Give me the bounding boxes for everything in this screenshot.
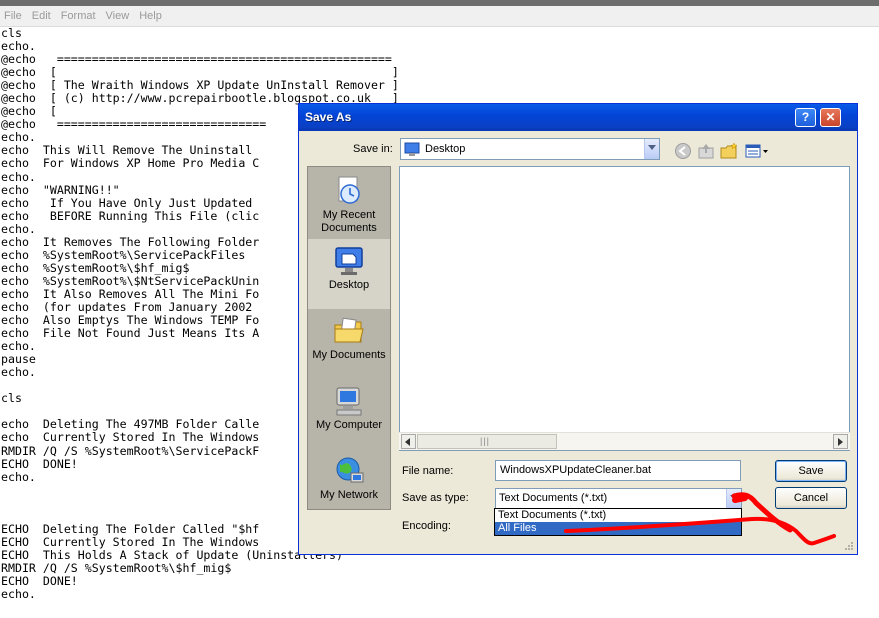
menu-help[interactable]: Help — [135, 6, 168, 26]
save-in-dropdown-arrow[interactable] — [644, 139, 659, 159]
file-name-input[interactable]: WindowsXPUpdateCleaner.bat — [495, 460, 741, 481]
place-label: Desktop — [328, 279, 370, 291]
place-recent-documents[interactable]: My Recent Documents — [308, 169, 390, 239]
recent-documents-icon — [338, 176, 360, 204]
type-dropdown-list: Text Documents (*.txt) All Files — [494, 508, 742, 536]
my-documents-icon — [334, 317, 364, 343]
place-label: My Documents — [312, 349, 386, 361]
place-my-documents[interactable]: My Documents — [308, 309, 390, 379]
menu-edit[interactable]: Edit — [28, 6, 57, 26]
editor-line: RMDIR /Q /S %SystemRoot%\$hf_mig$ — [1, 560, 232, 575]
resize-grip-icon[interactable] — [844, 541, 854, 551]
editor-line: echo. — [1, 587, 36, 602]
dialog-titlebar[interactable]: Save As ? ✕ — [299, 104, 857, 131]
up-folder-icon[interactable] — [697, 142, 715, 160]
save-as-dialog: Save As ? ✕ Save in: Desktop My Recent D… — [298, 103, 858, 555]
scroll-right-button[interactable] — [833, 434, 848, 449]
editor-line: cls — [1, 27, 22, 40]
encoding-label: Encoding: — [402, 520, 451, 532]
save-in-label: Save in: — [353, 143, 393, 155]
place-label: My Computer — [315, 419, 383, 431]
horizontal-scrollbar[interactable] — [399, 432, 850, 450]
my-computer-icon — [336, 387, 362, 416]
my-network-icon — [336, 457, 364, 483]
back-arrow-icon[interactable] — [674, 142, 692, 160]
place-my-computer[interactable]: My Computer — [308, 379, 390, 449]
place-label: My Network — [319, 489, 379, 501]
desktop-icon — [335, 247, 363, 275]
place-label: My Recent Documents — [321, 209, 377, 234]
scroll-thumb[interactable] — [417, 434, 557, 449]
places-bar: My Recent Documents Desktop My Documents — [307, 166, 391, 510]
file-name-label: File name: — [402, 465, 454, 477]
menu-format[interactable]: Format — [57, 6, 102, 26]
file-list-area[interactable] — [399, 166, 850, 451]
menu-bar: File Edit Format View Help — [0, 6, 879, 27]
close-button[interactable]: ✕ — [820, 108, 841, 127]
save-as-type-combo[interactable]: Text Documents (*.txt) — [495, 488, 742, 509]
views-menu-icon[interactable] — [744, 142, 770, 160]
place-my-network[interactable]: My Network — [308, 449, 390, 519]
scroll-left-button[interactable] — [401, 434, 416, 449]
save-as-type-label: Save as type: — [402, 492, 469, 504]
type-option-all-files[interactable]: All Files — [495, 522, 741, 535]
type-option-text-documents[interactable]: Text Documents (*.txt) — [495, 509, 741, 522]
new-folder-icon[interactable] — [720, 142, 738, 160]
save-button[interactable]: Save — [775, 460, 847, 482]
editor-line: ECHO DONE! — [1, 573, 78, 588]
cancel-button[interactable]: Cancel — [775, 487, 847, 509]
dialog-title: Save As — [305, 110, 352, 124]
desktop-small-icon — [404, 142, 420, 156]
save-as-type-value: Text Documents (*.txt) — [499, 492, 608, 504]
menu-file[interactable]: File — [0, 6, 28, 26]
help-button[interactable]: ? — [795, 108, 816, 127]
save-in-value: Desktop — [425, 143, 466, 155]
save-in-combo[interactable]: Desktop — [400, 138, 660, 160]
menu-view[interactable]: View — [102, 6, 136, 26]
save-as-type-dropdown-arrow[interactable] — [726, 489, 741, 508]
place-desktop[interactable]: Desktop — [308, 239, 390, 309]
